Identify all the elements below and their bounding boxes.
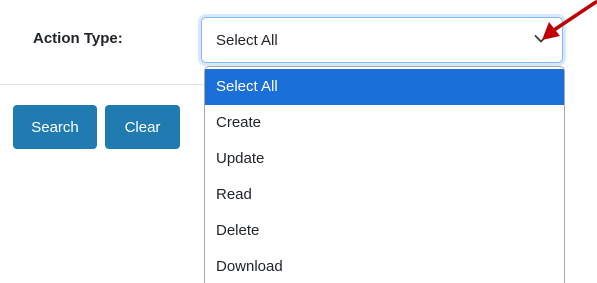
dropdown-option-read[interactable]: Read [205,177,564,213]
dropdown-option-update[interactable]: Update [205,141,564,177]
action-type-label: Action Type: [33,30,123,47]
dropdown-option-delete[interactable]: Delete [205,213,564,249]
red-arrow-icon [542,0,597,40]
divider [0,84,205,85]
action-type-selected-value: Select All [216,32,278,49]
search-button[interactable]: Search [13,105,97,149]
dropdown-option-create[interactable]: Create [205,105,564,141]
action-type-dropdown-list: Select All Create Update Read Delete Dow… [204,66,565,283]
dropdown-option-download[interactable]: Download [205,249,564,283]
dropdown-option-select-all[interactable]: Select All [205,69,564,105]
action-type-select[interactable]: Select All [201,17,563,63]
clear-button[interactable]: Clear [105,105,180,149]
